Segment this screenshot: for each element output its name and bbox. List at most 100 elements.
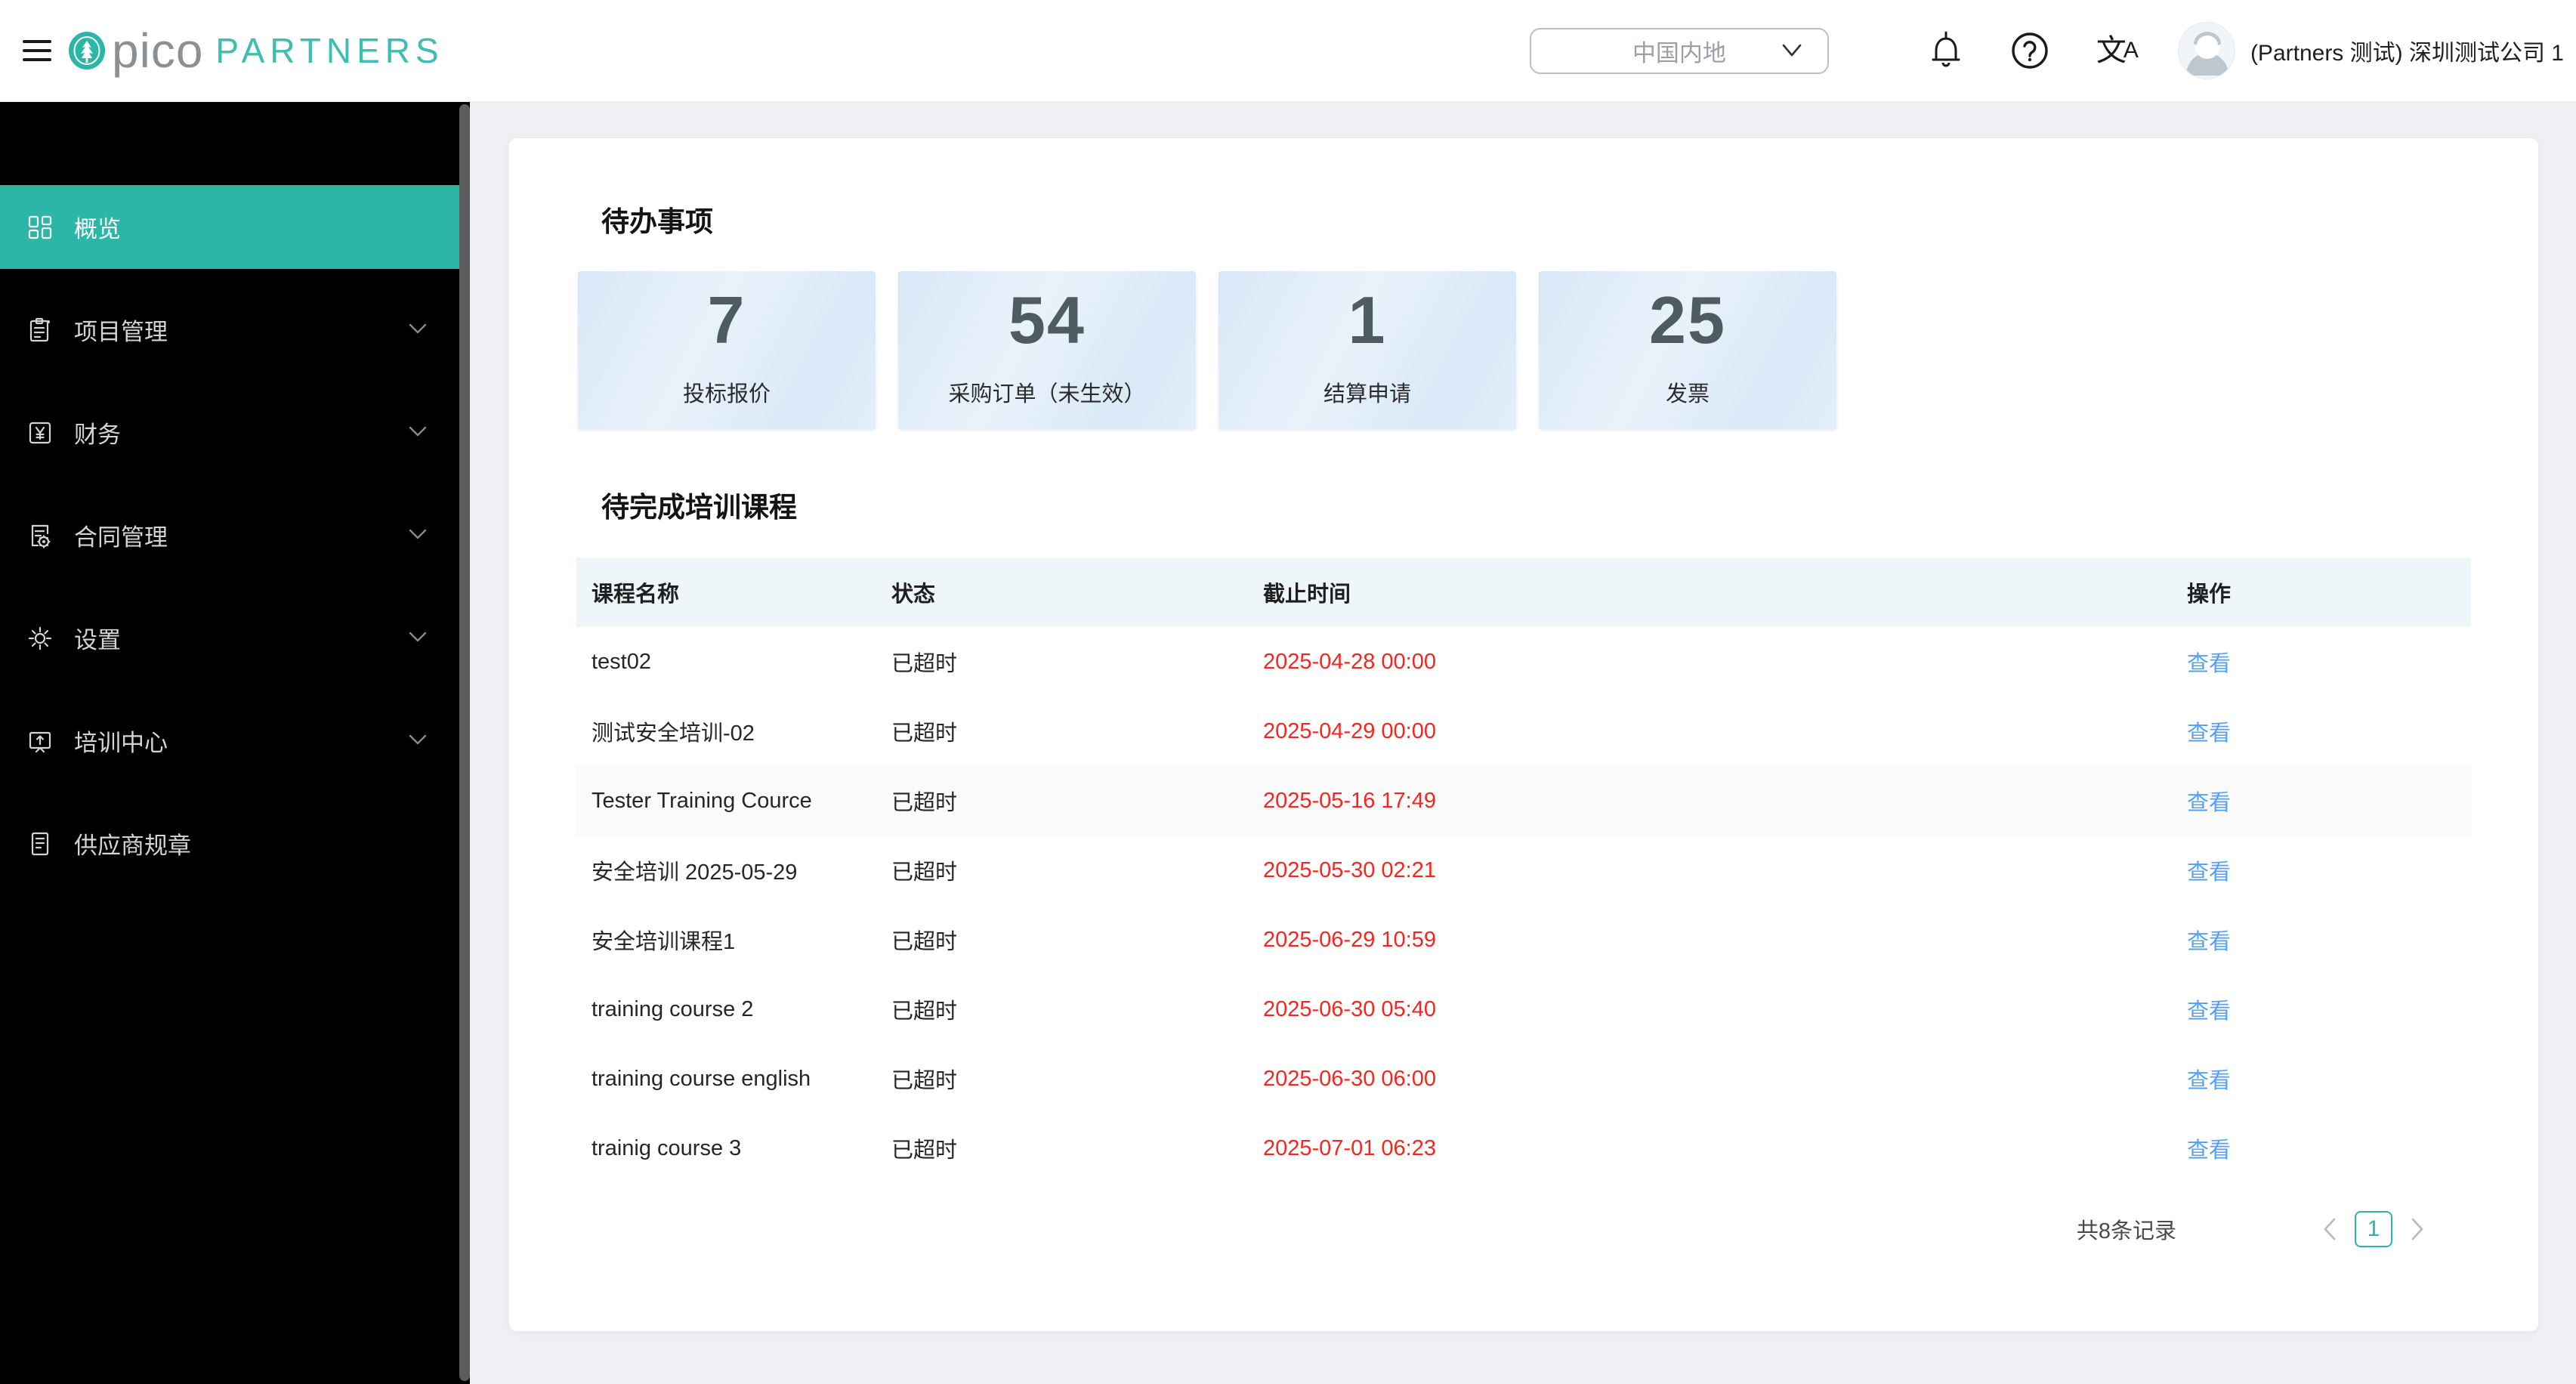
sidebar-item-label: 财务 [74, 422, 121, 448]
help-question-icon[interactable] [2010, 31, 2049, 70]
sidebar-item-supplier-rules[interactable]: 供应商规章 [0, 802, 459, 885]
settings-gear-icon [28, 626, 52, 650]
sidebar-item-label: 概览 [74, 216, 121, 243]
sidebar-item-projects[interactable]: 项目管理 [0, 288, 459, 372]
training-section-title: 待完成培训课程 [601, 492, 797, 523]
column-header-deadline: 截止时间 [1263, 582, 1351, 607]
menu-hamburger-icon[interactable] [23, 34, 51, 67]
sidebar-item-overview[interactable]: 概览 [0, 185, 459, 269]
chevron-down-icon [409, 734, 427, 745]
course-name: Tester Training Cource [591, 788, 812, 813]
projects-clipboard-icon [29, 317, 50, 341]
overview-grid-icon [28, 215, 52, 239]
pagination: 共8条记录 1 [576, 1194, 2471, 1264]
logo-text-partners: PARTNERS [215, 31, 444, 70]
chevron-down-icon [409, 426, 427, 437]
view-link[interactable]: 查看 [2187, 860, 2231, 885]
user-company-name[interactable]: (Partners 测试) 深圳测试公司 1 [2250, 34, 2564, 67]
supplier-rules-doc-icon [31, 832, 49, 855]
chevron-down-icon [409, 529, 427, 539]
view-link[interactable]: 查看 [2187, 791, 2231, 815]
course-name: 测试安全培训-02 [591, 721, 755, 746]
prev-page-button[interactable] [2318, 1211, 2341, 1247]
stat-card-invoices[interactable]: 25 发票 [1539, 271, 1836, 429]
view-link[interactable]: 查看 [2187, 999, 2231, 1024]
table-row: Tester Training Cource 已超时 2025-05-16 17… [576, 766, 2471, 836]
sidebar-item-finance[interactable]: 财务 [0, 391, 459, 474]
sidebar-item-training-center[interactable]: 培训中心 [0, 699, 459, 783]
table-row: test02 已超时 2025-04-28 00:00 查看 [576, 627, 2471, 697]
course-name: 安全培训 2025-05-29 [591, 860, 798, 885]
course-name: test02 [591, 649, 651, 674]
sidebar-nav: 概览 项目管理 财务 合同管理 设置 培训中心 供应商规章 [0, 102, 470, 1384]
stat-card-bids[interactable]: 7 投标报价 [578, 271, 876, 429]
sidebar-scrollbar[interactable] [459, 104, 470, 1381]
course-status: 已超时 [891, 721, 958, 746]
course-deadline: 2025-07-01 06:23 [1263, 1135, 1436, 1160]
course-status: 已超时 [891, 791, 958, 815]
view-link[interactable]: 查看 [2187, 930, 2231, 954]
table-row: 测试安全培训-02 已超时 2025-04-29 00:00 查看 [576, 697, 2471, 766]
todo-stat-cards: 7 投标报价 54 采购订单（未生效） 1 结算申请 25 发票 [578, 271, 1859, 429]
view-link[interactable]: 查看 [2187, 721, 2231, 746]
finance-yen-icon [29, 422, 51, 443]
course-deadline: 2025-04-28 00:00 [1263, 649, 1436, 674]
course-name: trainig course 3 [591, 1135, 742, 1160]
chevron-down-icon [1782, 44, 1802, 56]
course-name: 安全培训课程1 [591, 930, 736, 954]
column-header-course-name: 课程名称 [591, 582, 680, 607]
view-link[interactable]: 查看 [2187, 1138, 2231, 1163]
table-row: 安全培训 2025-05-29 已超时 2025-05-30 02:21 查看 [576, 836, 2471, 905]
sidebar-item-label: 项目管理 [74, 319, 168, 345]
user-avatar[interactable] [2177, 22, 2235, 79]
region-selector[interactable]: 中国内地 [1529, 27, 1829, 74]
pico-emblem-icon [69, 32, 105, 70]
record-count: 共8条记录 [2076, 1219, 2176, 1243]
stat-value: 54 [1008, 283, 1086, 357]
stat-label: 结算申请 [1323, 382, 1411, 406]
stat-value: 1 [1348, 283, 1387, 357]
dashboard-card: 待办事项 7 投标报价 54 采购订单（未生效） 1 结算申请 25 发票 待完… [509, 138, 2538, 1331]
column-header-status: 状态 [891, 582, 936, 607]
stat-card-settlements[interactable]: 1 结算申请 [1219, 271, 1516, 429]
column-header-action: 操作 [2187, 582, 2232, 607]
view-link[interactable]: 查看 [2187, 652, 2231, 676]
course-deadline: 2025-04-29 00:00 [1263, 718, 1436, 743]
view-link[interactable]: 查看 [2187, 1069, 2231, 1093]
page-1-button[interactable]: 1 [2355, 1211, 2392, 1247]
course-status: 已超时 [891, 652, 958, 676]
next-page-button[interactable] [2406, 1211, 2429, 1247]
course-status: 已超时 [891, 860, 958, 885]
stat-label: 投标报价 [682, 382, 771, 406]
course-status: 已超时 [891, 930, 958, 954]
course-status: 已超时 [891, 1138, 958, 1163]
contract-doc-gear-icon [31, 524, 51, 548]
stat-label: 发票 [1665, 382, 1710, 406]
course-status: 已超时 [891, 999, 958, 1024]
sidebar-item-contracts[interactable]: 合同管理 [0, 493, 459, 577]
table-header-row: 课程名称 状态 截止时间 操作 [576, 558, 2471, 627]
language-translate-icon[interactable]: 文A [2096, 36, 2139, 66]
training-course-table: 课程名称 状态 截止时间 操作 test02 已超时 2025-04-28 00… [576, 558, 2471, 1183]
course-name: training course 2 [591, 996, 754, 1021]
training-center-icon [29, 731, 51, 752]
chevron-down-icon [409, 323, 427, 334]
todo-section-title: 待办事项 [601, 206, 713, 237]
table-row: training course 2 已超时 2025-06-30 05:40 查… [576, 975, 2471, 1044]
course-deadline: 2025-06-30 06:00 [1263, 1066, 1436, 1091]
course-deadline: 2025-06-30 05:40 [1263, 996, 1436, 1021]
course-deadline: 2025-05-16 17:49 [1263, 788, 1436, 813]
table-row: trainig course 3 已超时 2025-07-01 06:23 查看 [576, 1114, 2471, 1183]
notifications-bell-icon[interactable] [1929, 31, 1963, 70]
course-status: 已超时 [891, 1069, 958, 1093]
stat-card-purchase-orders[interactable]: 54 采购订单（未生效） [898, 271, 1196, 429]
sidebar-item-label: 设置 [74, 627, 121, 653]
sidebar-item-settings[interactable]: 设置 [0, 596, 459, 680]
stat-value: 7 [707, 283, 746, 357]
stat-value: 25 [1649, 283, 1726, 357]
table-row: 安全培训课程1 已超时 2025-06-29 10:59 查看 [576, 905, 2471, 975]
course-name: training course english [591, 1066, 811, 1091]
top-header: pico PARTNERS 中国内地 文A (Partners 测试) 深圳测试… [0, 0, 2576, 102]
stat-label: 采购订单（未生效） [948, 382, 1146, 406]
sidebar-item-label: 合同管理 [74, 524, 168, 551]
